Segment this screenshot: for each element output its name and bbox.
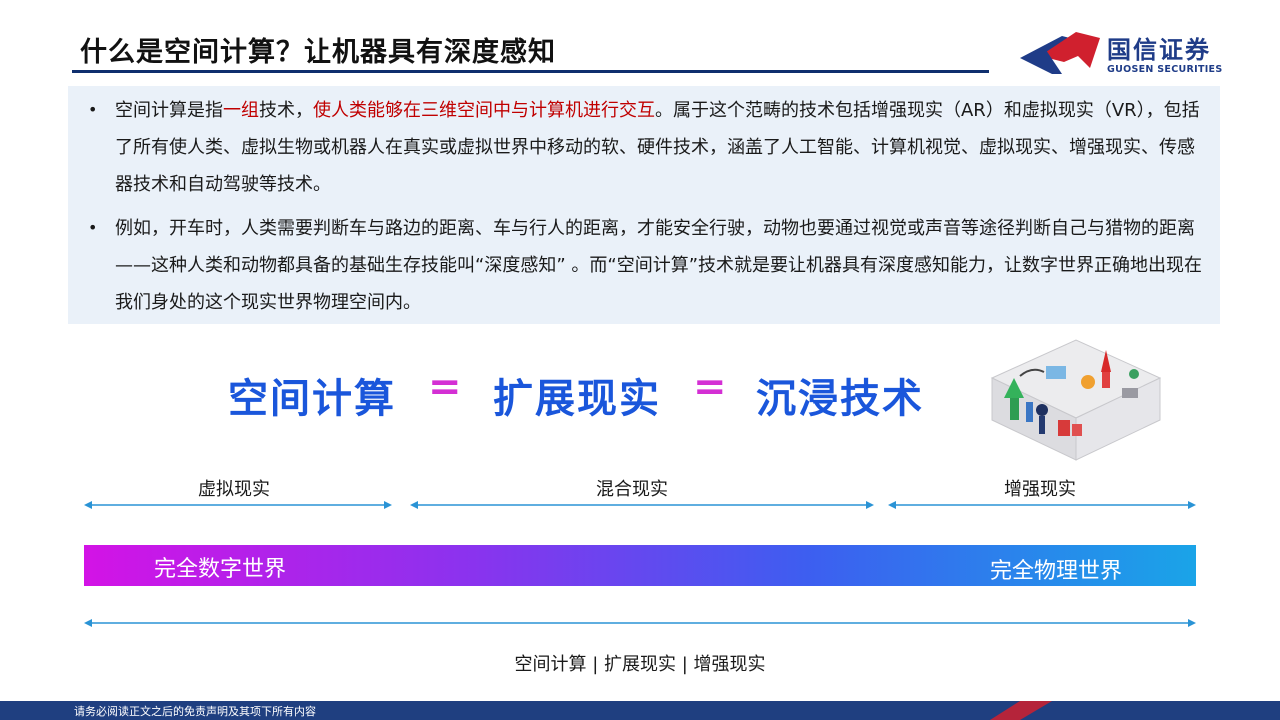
bullet-paragraph-example: 例如，开车时，人类需要判断车与路边的距离、车与行人的距离，才能安全行驶，动物也要…: [115, 210, 1210, 321]
segment-label-ar: 增强现实: [1004, 479, 1076, 500]
mr-range-arrow-icon: [410, 501, 874, 509]
title-underline: [72, 70, 989, 73]
equation-term-immersive: 沉浸技术: [756, 376, 924, 422]
text-run: 技术，: [259, 100, 313, 121]
ar-range-arrow-icon: [888, 501, 1196, 509]
footer-accent-icon: [990, 701, 1160, 720]
text-run: 空间计算是指: [115, 100, 223, 121]
bullet-paragraph-definition: 空间计算是指一组技术，使人类能够在三维空间中与计算机进行交互。属于这个范畴的技术…: [115, 92, 1210, 203]
bottom-caption: 空间计算 | 扩展现实 | 增强现实: [514, 654, 766, 675]
bullet-marker: •: [88, 100, 98, 119]
vr-range-arrow-icon: [84, 501, 392, 509]
spectrum-label-physical: 完全物理世界: [990, 559, 1123, 584]
spectrum-label-digital: 完全数字世界: [154, 557, 287, 582]
logo-text-cn: 国信证券: [1107, 36, 1211, 64]
logo-text-en: GUOSEN SECURITIES: [1107, 64, 1223, 75]
segment-label-mr: 混合现实: [596, 479, 668, 500]
equals-sign: =: [428, 364, 462, 410]
page-title: 什么是空间计算？让机器具有深度感知: [80, 37, 556, 68]
full-range-arrow-icon: [84, 619, 1196, 627]
equation-term-spatial-computing: 空间计算: [228, 376, 396, 422]
segment-label-vr: 虚拟现实: [198, 479, 270, 500]
highlight-text: 一组: [223, 100, 259, 121]
bullet-marker: •: [88, 218, 98, 237]
equals-sign: =: [693, 364, 727, 410]
equation-term-xr: 扩展现实: [493, 376, 661, 422]
highlight-text: 使人类能够在三维空间中与计算机进行交互: [313, 100, 655, 121]
footer-disclaimer: 请务必阅读正文之后的免责声明及其项下所有内容: [74, 705, 316, 718]
mixed-reality-room-illustration: [990, 339, 1162, 461]
text-run: 例如，开车时，人类需要判断车与路边的距离、车与行人的距离，才能安全行驶，动物也要…: [115, 218, 1203, 313]
